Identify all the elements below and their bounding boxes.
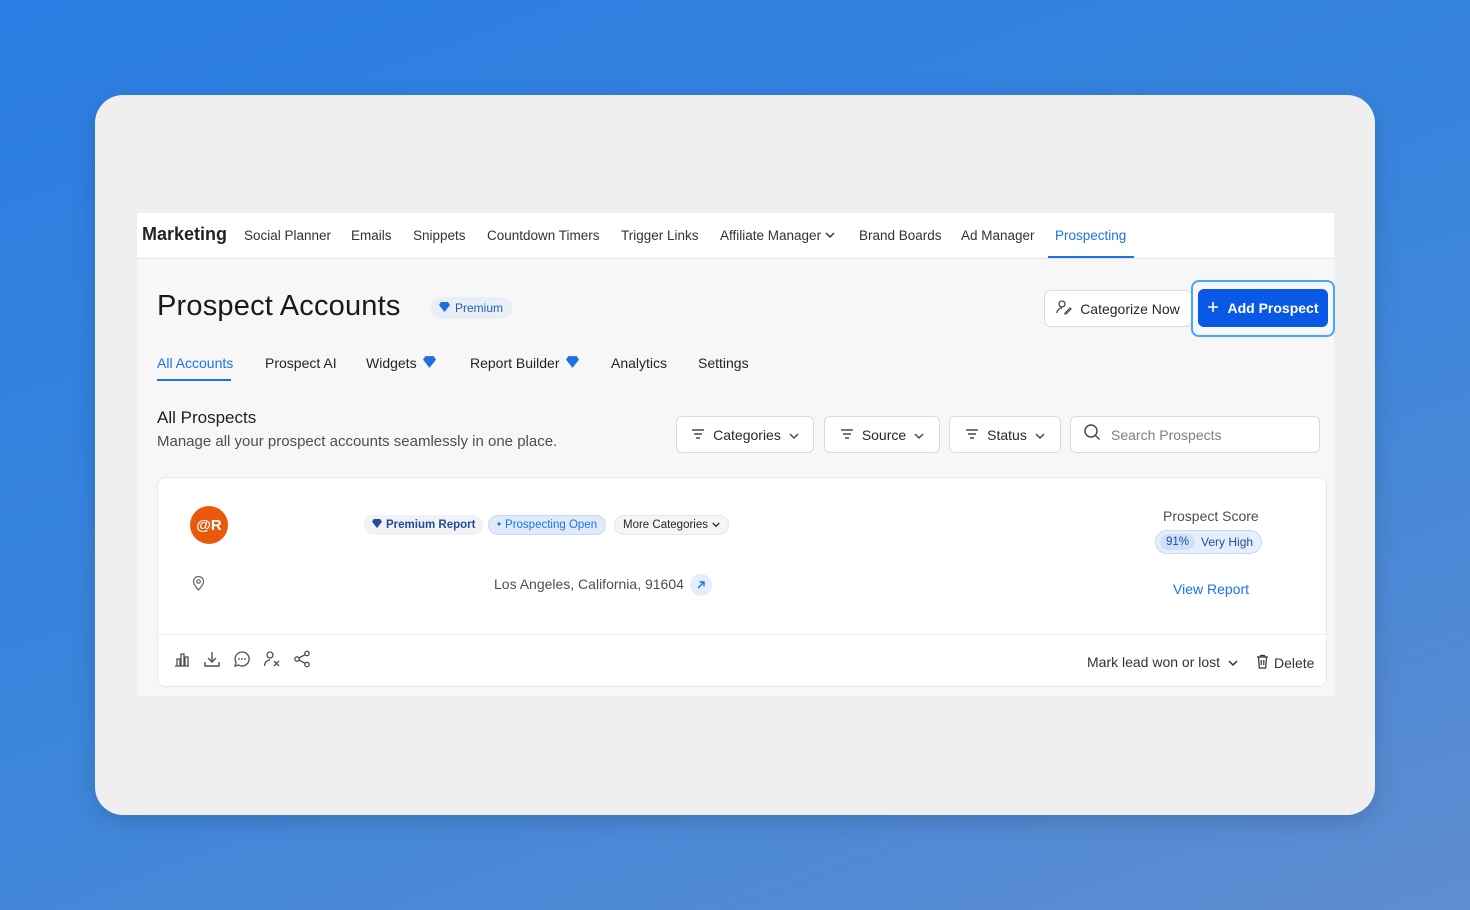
status-filter[interactable]: Status [949, 416, 1061, 453]
prospect-score-label: Prospect Score [1163, 508, 1259, 524]
external-link-icon[interactable] [690, 574, 712, 596]
chevron-down-icon [712, 519, 720, 531]
search-icon [1083, 423, 1101, 446]
tab-analytics-label: Analytics [611, 355, 668, 371]
filter-icon [965, 427, 979, 443]
categorize-now-label: Categorize Now [1080, 300, 1180, 317]
nav-item-prospecting[interactable]: Prospecting [1055, 228, 1126, 243]
tab-active-indicator [157, 379, 231, 381]
tab-all-accounts[interactable]: All Accounts [157, 355, 233, 371]
chevron-down-icon [825, 231, 835, 242]
tab-all-accounts-label: All Accounts [157, 355, 234, 371]
tab-analytics[interactable]: Analytics [611, 355, 667, 371]
nav-item-snippets[interactable]: Snippets [413, 228, 466, 243]
download-icon[interactable] [203, 650, 221, 668]
tab-prospect-ai-label: Prospect AI [265, 355, 337, 371]
diamond-icon [372, 519, 382, 531]
tab-report-builder[interactable]: Report Builder [470, 355, 579, 371]
user-edit-icon [1056, 299, 1073, 318]
mark-lead-dropdown[interactable]: Mark lead won or lost [1087, 654, 1238, 670]
add-prospect-label: Add Prospect [1227, 300, 1319, 316]
nav-item-affiliate-manager-label: Affiliate Manager [720, 228, 822, 243]
categories-filter[interactable]: Categories [676, 416, 814, 453]
page-title: Prospect Accounts [157, 290, 401, 322]
more-categories-dropdown[interactable]: More Categories [614, 515, 730, 535]
top-nav: Marketing Social Planner Emails Snippets… [137, 213, 1334, 259]
premium-badge-label: Premium [455, 301, 504, 315]
filter-icon [840, 427, 854, 443]
tab-widgets-label: Widgets [366, 355, 417, 371]
premium-report-chip: Premium Report [364, 515, 484, 535]
brand-title: Marketing [142, 224, 228, 244]
prospecting-open-chip: • Prospecting Open [488, 515, 607, 535]
score-level: Very High [1201, 535, 1254, 549]
chat-icon[interactable] [233, 650, 251, 668]
diamond-icon [422, 355, 436, 371]
filter-icon [691, 427, 705, 443]
prospect-score-badge: 91% Very High [1155, 530, 1263, 554]
location-text: Los Angeles, California, 91604 [494, 576, 684, 592]
nav-active-indicator [1048, 256, 1134, 258]
categorize-now-button[interactable]: Categorize Now [1044, 290, 1192, 327]
section-title: All Prospects [157, 408, 257, 427]
status-filter-label: Status [987, 426, 1027, 443]
nav-item-affiliate-manager[interactable]: Affiliate Manager [720, 228, 835, 243]
tab-widgets[interactable]: Widgets [366, 355, 436, 371]
app-panel: Marketing Social Planner Emails Snippets… [137, 213, 1335, 696]
avatar: @R [190, 506, 228, 544]
user-remove-icon[interactable] [263, 650, 281, 668]
tab-report-builder-label: Report Builder [470, 355, 560, 371]
plus-icon [1207, 300, 1219, 316]
section-subtitle: Manage all your prospect accounts seamle… [157, 433, 558, 450]
score-value: 91% [1160, 534, 1196, 550]
chevron-down-icon [1035, 427, 1045, 443]
delete-button[interactable]: Delete [1256, 654, 1314, 672]
prospecting-open-label: Prospecting Open [505, 519, 598, 531]
more-categories-label: More Categories [623, 519, 709, 531]
view-report-link[interactable]: View Report [1173, 581, 1249, 597]
premium-badge: Premium [430, 297, 513, 319]
tab-settings-label: Settings [698, 355, 749, 371]
nav-item-social-planner[interactable]: Social Planner [244, 228, 331, 243]
add-prospect-button[interactable]: Add Prospect [1198, 289, 1328, 327]
bar-chart-icon[interactable] [173, 650, 191, 668]
delete-label: Delete [1274, 655, 1315, 671]
nav-item-emails[interactable]: Emails [351, 228, 392, 243]
prospect-card: @R Premium Report • Prospecting Open Mor… [157, 477, 1327, 687]
chevron-down-icon [914, 427, 924, 443]
categories-filter-label: Categories [713, 426, 781, 443]
nav-item-trigger-links[interactable]: Trigger Links [621, 228, 699, 243]
share-icon[interactable] [293, 650, 311, 668]
tab-settings[interactable]: Settings [698, 355, 749, 371]
card-divider [158, 634, 1326, 635]
search-input[interactable] [1111, 426, 1311, 443]
mark-lead-label: Mark lead won or lost [1087, 654, 1221, 670]
tab-prospect-ai[interactable]: Prospect AI [265, 355, 337, 371]
diamond-icon [439, 301, 450, 315]
nav-item-countdown-timers[interactable]: Countdown Timers [487, 228, 600, 243]
nav-item-ad-manager[interactable]: Ad Manager [961, 228, 1035, 243]
chevron-down-icon [789, 427, 799, 443]
location-pin-icon [192, 575, 205, 596]
premium-report-label: Premium Report [386, 519, 476, 531]
diamond-icon [565, 355, 579, 371]
search-box[interactable] [1070, 416, 1320, 453]
nav-item-brand-boards[interactable]: Brand Boards [859, 228, 942, 243]
source-filter-label: Source [861, 426, 907, 443]
trash-icon [1256, 654, 1269, 672]
chevron-down-icon [1228, 654, 1238, 670]
source-filter[interactable]: Source [824, 416, 940, 453]
status-dot-icon: • [497, 519, 502, 531]
add-prospect-focus-ring: Add Prospect [1191, 280, 1335, 337]
